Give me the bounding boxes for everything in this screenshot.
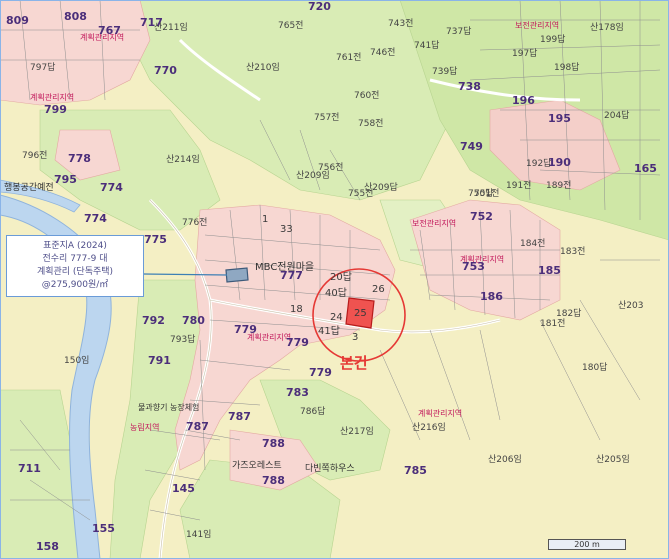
map-frame [0, 0, 669, 559]
cadastral-map[interactable]: 계획관리지역 계획관리지역 계획관리지역 보전관리지역 계획관리지역 계획관리지… [0, 0, 669, 559]
